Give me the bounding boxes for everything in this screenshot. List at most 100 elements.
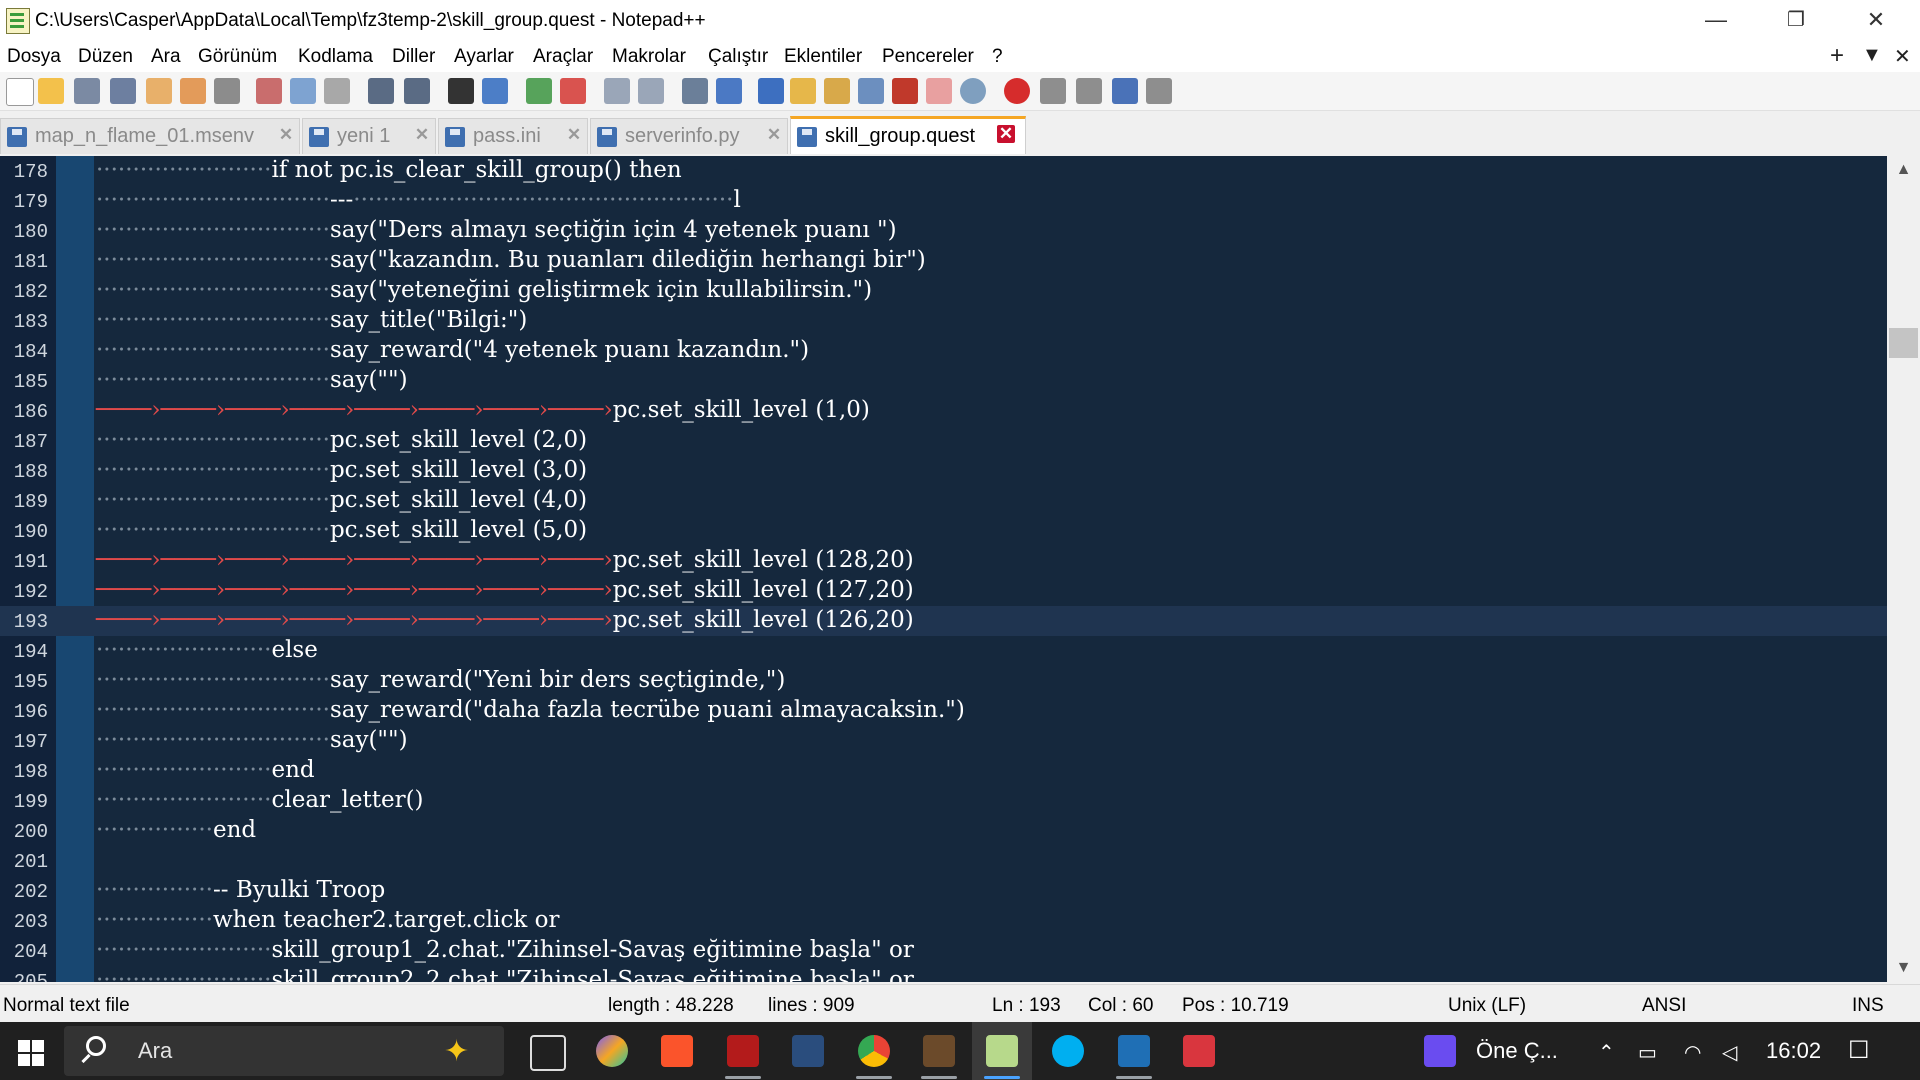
code-line[interactable]: 190 ································pc.se…	[0, 516, 1887, 546]
code-line[interactable]: 197 ································say("…	[0, 726, 1887, 756]
tab-map-n-flame[interactable]: map_n_flame_01.msenv ✕	[0, 118, 300, 154]
close-window-button[interactable]: ✕	[1836, 0, 1916, 42]
save-macro-icon[interactable]	[1146, 78, 1172, 104]
tab-skill-group-quest[interactable]: skill_group.quest ✕	[790, 116, 1026, 154]
code-line[interactable]: 189 ································pc.se…	[0, 486, 1887, 516]
task-view-icon[interactable]	[530, 1035, 566, 1071]
new-file-icon[interactable]	[6, 78, 34, 106]
taskbar-search[interactable]: Ara ✦	[64, 1026, 504, 1076]
code-line[interactable]: 201	[0, 846, 1887, 876]
code-line[interactable]: 178 ························if not pc.is_…	[0, 156, 1887, 186]
redo-icon[interactable]	[404, 78, 430, 104]
code-line[interactable]: 185 ································say("…	[0, 366, 1887, 396]
code-line[interactable]: 187 ································pc.se…	[0, 426, 1887, 456]
copilot-icon[interactable]	[596, 1035, 628, 1067]
folder-as-workspace-icon[interactable]	[892, 78, 918, 104]
function-list-icon[interactable]	[858, 78, 884, 104]
clock[interactable]: 16:02	[1766, 1038, 1821, 1064]
status-encoding[interactable]: ANSI	[1642, 995, 1686, 1017]
tab-serverinfo-py[interactable]: serverinfo.py ✕	[590, 118, 788, 154]
code-editor[interactable]: 178 ························if not pc.is_…	[0, 156, 1887, 982]
code-line[interactable]: 198 ························end	[0, 756, 1887, 786]
zoom-out-icon[interactable]	[560, 78, 586, 104]
news-widget-icon[interactable]	[1424, 1035, 1456, 1067]
menu-settings[interactable]: Ayarlar	[454, 46, 514, 68]
run-macro-multiple-icon[interactable]	[1112, 78, 1138, 104]
visual-studio-icon[interactable]	[1118, 1035, 1150, 1067]
code-line[interactable]: 188 ································pc.se…	[0, 456, 1887, 486]
document-map-icon[interactable]	[824, 78, 850, 104]
code-line[interactable]: 196 ································say_r…	[0, 696, 1887, 726]
print-icon[interactable]	[214, 78, 240, 104]
code-line[interactable]: 179 ································---··…	[0, 186, 1887, 216]
close-tab-menu-button[interactable]: ✕	[1894, 44, 1911, 69]
chrome-icon[interactable]	[858, 1035, 890, 1067]
copy-icon[interactable]	[290, 78, 316, 104]
menu-help[interactable]: ?	[992, 46, 1003, 68]
status-insert-mode[interactable]: INS	[1852, 995, 1884, 1017]
project-panel-icon[interactable]	[926, 78, 952, 104]
close-all-icon[interactable]	[180, 78, 206, 104]
code-line[interactable]: 195 ································say_r…	[0, 666, 1887, 696]
wifi-icon[interactable]: ◠	[1684, 1040, 1701, 1065]
menu-edit[interactable]: Düzen	[78, 46, 133, 68]
playback-macro-icon[interactable]	[1076, 78, 1102, 104]
menu-run[interactable]: Çalıştır	[708, 46, 768, 68]
show-all-characters-icon[interactable]	[716, 78, 742, 104]
status-eol[interactable]: Unix (LF)	[1448, 995, 1526, 1017]
archive-app-icon[interactable]	[1183, 1035, 1215, 1067]
menu-window[interactable]: Pencereler	[882, 46, 974, 68]
vertical-scrollbar[interactable]: ▲ ▼	[1887, 156, 1920, 982]
save-all-icon[interactable]	[110, 78, 136, 104]
new-tab-button[interactable]: +	[1830, 42, 1844, 70]
scroll-down-icon[interactable]: ▼	[1887, 956, 1920, 980]
code-line[interactable]: 204 ························skill_group1_…	[0, 936, 1887, 966]
scroll-thumb[interactable]	[1889, 328, 1918, 358]
record-macro-icon[interactable]	[1004, 78, 1030, 104]
code-line[interactable]: 205 ························skill_group2_…	[0, 966, 1887, 982]
code-line[interactable]: 192 ────›────›────›────›────›────›────›──…	[0, 576, 1887, 606]
indent-guide-icon[interactable]	[758, 78, 784, 104]
user-language-icon[interactable]	[790, 78, 816, 104]
zoom-in-icon[interactable]	[526, 78, 552, 104]
tab-list-button[interactable]: ▼	[1862, 44, 1882, 67]
tab-close-icon[interactable]: ✕	[565, 126, 583, 144]
code-line[interactable]: 203 ················when teacher2.target.…	[0, 906, 1887, 936]
tab-close-icon[interactable]: ✕	[413, 126, 431, 144]
code-line[interactable]: 193 ────›────›────›────›────›────›────›──…	[0, 606, 1887, 636]
cut-icon[interactable]	[256, 78, 282, 104]
stop-recording-icon[interactable]	[1040, 78, 1066, 104]
menu-language[interactable]: Diller	[392, 46, 435, 68]
open-file-icon[interactable]	[38, 78, 64, 104]
code-line[interactable]: 181 ································say("…	[0, 246, 1887, 276]
chevron-up-icon[interactable]: ⌃	[1598, 1040, 1615, 1065]
sync-vertical-icon[interactable]	[604, 78, 630, 104]
tab-pass-ini[interactable]: pass.ini ✕	[438, 118, 588, 154]
save-icon[interactable]	[74, 78, 100, 104]
code-line[interactable]: 199 ························clear_letter(…	[0, 786, 1887, 816]
menu-plugins[interactable]: Eklentiler	[784, 46, 862, 68]
filezilla-icon[interactable]	[727, 1035, 759, 1067]
notepad-plus-plus-taskbar-icon[interactable]	[986, 1035, 1018, 1067]
notifications-icon[interactable]: ☐	[1848, 1036, 1870, 1065]
menu-macro[interactable]: Makrolar	[612, 46, 686, 68]
brave-browser-icon[interactable]	[661, 1035, 693, 1067]
tab-close-icon[interactable]: ✕	[277, 126, 295, 144]
monitoring-icon[interactable]	[960, 78, 986, 104]
find-icon[interactable]	[448, 78, 474, 104]
menu-view[interactable]: Görünüm	[198, 46, 277, 68]
menu-search[interactable]: Ara	[151, 46, 181, 68]
scroll-up-icon[interactable]: ▲	[1887, 158, 1920, 182]
battery-icon[interactable]: ▭	[1638, 1040, 1657, 1065]
code-line[interactable]: 194 ························else	[0, 636, 1887, 666]
code-line[interactable]: 202 ················-- Byulki Troop	[0, 876, 1887, 906]
volume-icon[interactable]: ◁	[1722, 1040, 1737, 1065]
close-icon[interactable]	[146, 78, 172, 104]
news-widget-text[interactable]: Öne Ç...	[1476, 1038, 1558, 1064]
paste-icon[interactable]	[324, 78, 350, 104]
menu-tools[interactable]: Araçlar	[533, 46, 593, 68]
skype-icon[interactable]	[1052, 1035, 1084, 1067]
code-line[interactable]: 183 ································say_t…	[0, 306, 1887, 336]
word-wrap-icon[interactable]	[682, 78, 708, 104]
powershell-icon[interactable]	[792, 1035, 824, 1067]
